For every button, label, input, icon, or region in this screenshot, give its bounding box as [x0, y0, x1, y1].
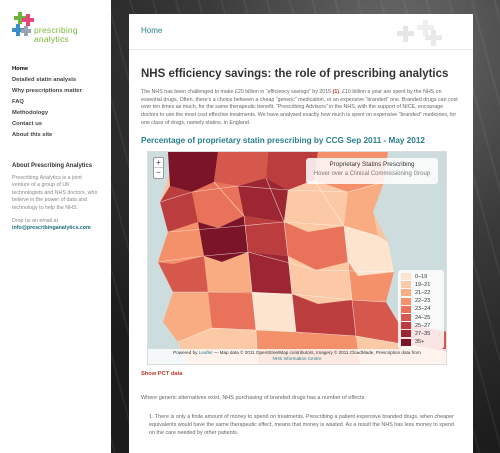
map-legend: 0–19 19–21 21–22 22–23 23–24 24–25 25–27 27–35 3…: [398, 269, 444, 350]
legend-row: 27–35: [401, 330, 441, 338]
legend-label: 23–24: [415, 306, 431, 313]
legend-swatch: [401, 305, 411, 313]
logo-text: prescribing analytics: [34, 26, 78, 44]
legend-label: 0–19: [415, 273, 428, 280]
nhs-information-centre-link[interactable]: NHS Information Centre: [272, 356, 321, 361]
info-box-title: Proprietary Statins Prescribing: [329, 160, 415, 168]
attribution-text-a: Powered by: [173, 349, 199, 355]
map-title: Percentage of proprietary statin prescri…: [141, 135, 425, 145]
legend-row: 19–21: [401, 281, 441, 289]
legend-label: 19–21: [415, 281, 431, 288]
nav-item-about-this-site[interactable]: About this site: [12, 130, 99, 141]
legend-swatch: [401, 322, 411, 330]
legend-row: 22–23: [401, 297, 441, 305]
legend-swatch: [401, 330, 411, 338]
legend-row: 21–22: [401, 289, 441, 297]
legend-row: 25–27: [401, 322, 441, 330]
legend-label: 35+: [415, 339, 425, 346]
about-heading: About Prescribing Analytics: [12, 163, 93, 169]
legend-label: 24–25: [415, 314, 431, 321]
page-title: NHS efficiency savings: the role of pres…: [141, 68, 449, 80]
leaflet-link[interactable]: Leaflet: [199, 350, 213, 355]
intro-text-a: The NHS has been challenged to make £20 …: [141, 89, 333, 95]
sidebar-nav: Home Detailed statin analysis Why prescr…: [12, 64, 99, 141]
legend-row: 0–19: [401, 273, 441, 281]
legend-swatch: [401, 338, 411, 346]
legend-swatch: [401, 289, 411, 297]
contact-prompt: Drop us an email at: [12, 218, 58, 225]
choropleth-map[interactable]: + − Proprietary Statins Prescribing Hove…: [147, 150, 447, 365]
list-item-1: 1. There is only a finite amount of mone…: [149, 414, 454, 436]
legend-swatch: [401, 281, 411, 289]
attribution-text-b: — Map data © 2011 OpenStreetMap contribu…: [212, 349, 421, 355]
legend-row: 23–24: [401, 305, 441, 313]
nav-item-faq[interactable]: FAQ: [12, 97, 99, 108]
zoom-control: + −: [153, 156, 164, 179]
site-logo[interactable]: prescribing analytics: [12, 12, 99, 52]
main-header: Home: [129, 14, 473, 50]
legend-label: 25–27: [415, 322, 431, 329]
legend-row: 35+: [401, 338, 441, 346]
main-content: NHS efficiency savings: the role of pres…: [129, 50, 473, 437]
info-box-hint: Hover over a Clinical Commissioning Grou…: [313, 170, 431, 177]
zoom-in-button[interactable]: +: [154, 158, 163, 168]
sidebar: prescribing analytics Home Detailed stat…: [0, 0, 111, 453]
legend-swatch: [401, 297, 411, 305]
show-pct-data-link[interactable]: Show PCT data: [141, 371, 461, 377]
legend-label: 21–22: [415, 289, 431, 296]
zoom-out-button[interactable]: −: [154, 168, 163, 178]
legend-swatch: [401, 314, 411, 322]
nav-item-methodology[interactable]: Methodology: [12, 108, 99, 119]
map-attribution: Powered by Leaflet — Map data © 2011 Ope…: [148, 348, 446, 364]
main-panel: Home NHS efficiency savings: the role of…: [129, 14, 473, 453]
legend-row: 24–25: [401, 313, 441, 322]
about-text: Prescribing Analytics is a joint venture…: [12, 175, 98, 211]
legend-label: 27–35: [415, 330, 431, 337]
body-paragraph: Where generic alternatives exist, NHS pu…: [141, 394, 366, 401]
nav-item-contact-us[interactable]: Contact us: [12, 119, 99, 130]
map-info-box: Proprietary Statins Prescribing Hover ov…: [306, 157, 438, 184]
logo-line-2: analytics: [34, 34, 69, 44]
nav-item-home[interactable]: Home: [12, 64, 99, 75]
legend-label: 22–23: [415, 298, 431, 305]
header-crosses-icon: [397, 20, 442, 46]
intro-paragraph: The NHS has been challenged to make £20 …: [141, 89, 461, 128]
nav-item-detailed-statin-analysis[interactable]: Detailed statin analysis: [12, 75, 99, 86]
nav-item-why-prescriptions-matter[interactable]: Why prescriptions matter: [12, 86, 99, 97]
contact-email-link[interactable]: info@prescribinganalytics.com: [12, 225, 99, 231]
legend-swatch: [401, 273, 411, 281]
